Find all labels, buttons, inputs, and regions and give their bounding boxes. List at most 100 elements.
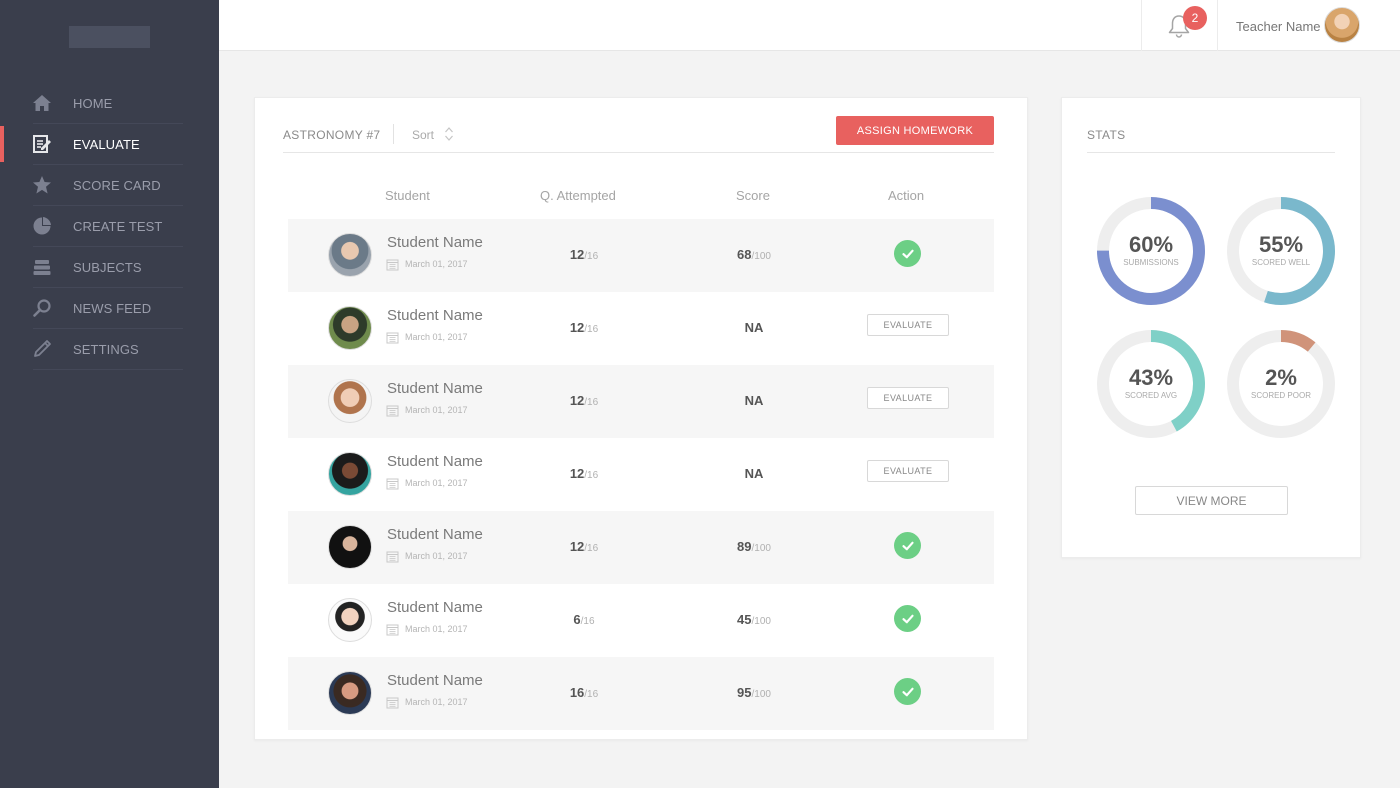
homework-card: ASTRONOMY #7 Sort ASSIGN HOMEWORK Studen… [254,97,1028,740]
student-name[interactable]: Student Name [387,234,483,251]
submission-date: March 01, 2017 [405,259,468,269]
sidebar-item-settings[interactable]: SETTINGS [0,329,219,370]
submission-date: March 01, 2017 [405,332,468,342]
divider [393,124,394,144]
column-header-score: Score [736,188,770,203]
score: 68/100 [698,247,810,262]
score: NA [698,320,810,335]
student-name[interactable]: Student Name [387,380,483,397]
view-more-button[interactable]: VIEW MORE [1135,486,1288,515]
pencil-icon [32,339,52,359]
sidebar-item-label: HOME [73,96,113,111]
score-value: NA [744,466,764,481]
evaluate-button[interactable]: EVALUATE [867,387,949,409]
sidebar-item-subjects[interactable]: SUBJECTS [0,247,219,288]
attempted-total: /16 [584,251,599,262]
donut-chart: 43% SCORED AVG [1095,328,1207,440]
attempted-value: 12 [569,466,585,481]
score: 45/100 [698,612,810,627]
table-row: Student Name March 01, 2017 12/16 NA EVALUAT… [288,365,994,438]
donut-chart: 55% SCORED WELL [1225,195,1337,307]
table-row: Student Name March 01, 2017 12/16 68/100 [288,219,994,292]
sidebar-item-score-card[interactable]: SCORE CARD [0,165,219,206]
avatar[interactable] [328,452,372,496]
questions-attempted: 12/16 [528,539,640,554]
sidebar-item-label: SCORE CARD [73,178,161,193]
avatar[interactable] [328,671,372,715]
avatar[interactable] [1324,7,1360,43]
sidebar-item-label: SUBJECTS [73,260,142,275]
sidebar-item-news-feed[interactable]: NEWS FEED [0,288,219,329]
sidebar-item-label: NEWS FEED [73,301,152,316]
donut-chart: 2% SCORED POOR [1225,328,1337,440]
score: 89/100 [698,539,810,554]
donut-chart: 60% SUBMISSIONS [1095,195,1207,307]
student-name[interactable]: Student Name [387,453,483,470]
score: NA [698,393,810,408]
check-icon [894,678,921,705]
table-row: Student Name March 01, 2017 12/16 NA EVALUAT… [288,292,994,365]
sidebar-item-evaluate[interactable]: EVALUATE [0,124,219,165]
card-header: ASTRONOMY #7 Sort ASSIGN HOMEWORK [283,116,994,153]
score-value: 68 [737,247,752,262]
score-value: NA [744,393,764,408]
attempted-value: 12 [569,247,585,262]
score: 95/100 [698,685,810,700]
sort-arrows-icon[interactable] [444,125,454,143]
home-icon [32,93,52,113]
avatar[interactable] [328,379,372,423]
student-name[interactable]: Student Name [387,599,483,616]
sidebar-item-label: CREATE TEST [73,219,163,234]
donut-value: 43% [1128,365,1174,390]
evaluate-button[interactable]: EVALUATE [867,314,949,336]
teacher-name[interactable]: Teacher Name [1236,19,1321,34]
attempted-total: /16 [584,470,599,481]
student-name[interactable]: Student Name [387,526,483,543]
donut-value: 55% [1258,232,1304,257]
edit-icon [32,134,52,154]
calendar-icon [386,404,399,417]
check-icon [894,605,921,632]
stats-title: STATS [1087,128,1126,142]
sort-dropdown[interactable]: Sort [412,128,434,142]
avatar[interactable] [328,233,372,277]
questions-attempted: 12/16 [528,466,640,481]
avatar[interactable] [328,306,372,350]
score-value: NA [744,320,764,335]
check-icon [894,240,921,267]
attempted-total: /16 [584,324,599,335]
stats-card: STATS 60% SUBMISSIONS 55% SCORED WELL 43% SCO… [1061,97,1361,558]
search-icon [32,298,52,318]
logo[interactable] [69,26,150,48]
assign-homework-button[interactable]: ASSIGN HOMEWORK [836,116,994,145]
table-row: Student Name March 01, 2017 16/16 95/100 [288,657,994,730]
pie-icon [32,216,52,236]
questions-attempted: 12/16 [528,393,640,408]
calendar-icon [386,623,399,636]
column-header-action: Action [888,188,925,203]
calendar-icon [386,550,399,563]
score-value: 95 [737,685,752,700]
questions-attempted: 12/16 [528,247,640,262]
questions-attempted: 6/16 [528,612,640,627]
stack-icon [32,257,52,277]
attempted-value: 12 [569,393,585,408]
sidebar-item-home[interactable]: HOME [0,83,219,124]
attempted-total: /16 [584,543,599,554]
calendar-icon [386,331,399,344]
table-row: Student Name March 01, 2017 12/16 NA EVALUAT… [288,438,994,511]
submission-date: March 01, 2017 [405,405,468,415]
avatar[interactable] [328,598,372,642]
attempted-total: /16 [580,616,595,627]
score-value: 89 [737,539,752,554]
avatar[interactable] [328,525,372,569]
sidebar-item-label: SETTINGS [73,342,139,357]
student-name[interactable]: Student Name [387,672,483,689]
student-name[interactable]: Student Name [387,307,483,324]
calendar-icon [386,696,399,709]
sidebar-item-create-test[interactable]: CREATE TEST [0,206,219,247]
notifications-button[interactable]: 2 [1141,0,1218,51]
evaluate-button[interactable]: EVALUATE [867,460,949,482]
calendar-icon [386,477,399,490]
submission-date: March 01, 2017 [405,551,468,561]
